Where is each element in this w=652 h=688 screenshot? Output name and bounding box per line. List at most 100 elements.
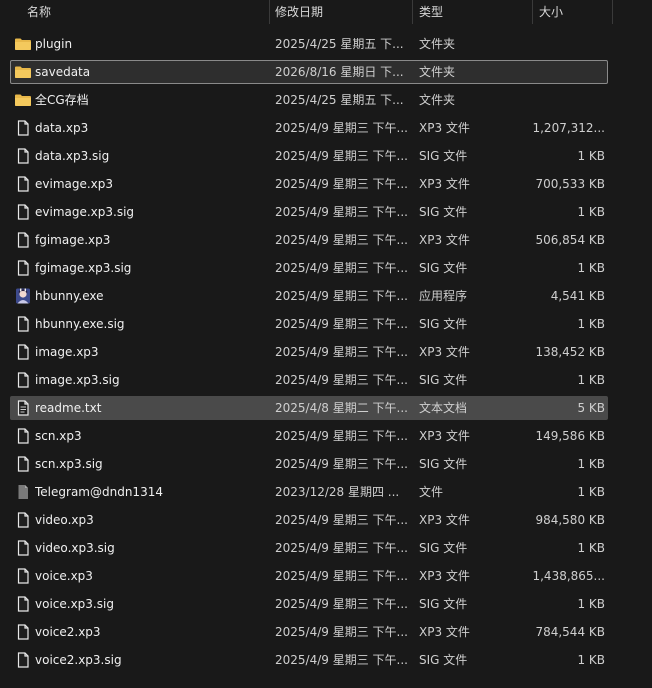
file-row-data-xp3-sig[interactable]: data.xp3.sig 2025/4/9 星期三 下午... SIG 文件 1… [0, 142, 652, 170]
file-row-scn-xp3[interactable]: scn.xp3 2025/4/9 星期三 下午... XP3 文件 149,58… [0, 422, 652, 450]
file-type: SIG 文件 [419, 373, 468, 387]
file-size: 1 KB [577, 149, 605, 163]
column-header-size[interactable]: 大小 [539, 0, 609, 24]
file-date: 2025/4/9 星期三 下午... [275, 289, 407, 303]
column-header-type[interactable]: 类型 [419, 0, 527, 24]
file-size: 1 KB [577, 205, 605, 219]
file-name: hbunny.exe [35, 289, 104, 303]
folder-icon [14, 64, 32, 80]
file-type: XP3 文件 [419, 429, 470, 443]
column-divider[interactable] [269, 0, 270, 24]
file-name: scn.xp3 [35, 429, 82, 443]
file-row-plugin[interactable]: plugin 2025/4/25 星期五 下... 文件夹 [0, 30, 652, 58]
column-divider[interactable] [612, 0, 613, 24]
file-row-voice2-xp3[interactable]: voice2.xp3 2025/4/9 星期三 下午... XP3 文件 784… [0, 618, 652, 646]
file-row-hbunny-exe-sig[interactable]: hbunny.exe.sig 2025/4/9 星期三 下午... SIG 文件… [0, 310, 652, 338]
file-size: 1 KB [577, 373, 605, 387]
file-list: plugin 2025/4/25 星期五 下... 文件夹 savedata 2… [0, 30, 652, 674]
file-name: voice2.xp3.sig [35, 653, 122, 667]
file-size: 1 KB [577, 485, 605, 499]
file-icon [14, 120, 32, 136]
file-type: SIG 文件 [419, 597, 468, 611]
file-row-savedata[interactable]: savedata 2026/8/16 星期日 下... 文件夹 [0, 58, 652, 86]
file-size: 4,541 KB [550, 289, 605, 303]
file-name: fgimage.xp3.sig [35, 261, 132, 275]
file-icon [14, 232, 32, 248]
file-date: 2025/4/9 星期三 下午... [275, 317, 407, 331]
file-icon [14, 652, 32, 668]
file-type: 文件夹 [419, 37, 456, 51]
column-header-bar: ^ 名称 修改日期 类型 大小 [0, 0, 652, 24]
file-row-cg[interactable]: 全CG存档 2025/4/25 星期五 下... 文件夹 [0, 86, 652, 114]
file-name: plugin [35, 37, 73, 51]
file-icon [14, 456, 32, 472]
file-icon [14, 568, 32, 584]
file-date: 2025/4/25 星期五 下... [275, 93, 404, 107]
file-type: 文件 [419, 485, 444, 499]
file-name: video.xp3.sig [35, 541, 115, 555]
file-icon [14, 204, 32, 220]
file-size: 1,438,865... [532, 569, 605, 583]
file-date: 2025/4/9 星期三 下午... [275, 149, 407, 163]
file-size: 1,207,312... [532, 121, 605, 135]
file-row-evimage-xp3-sig[interactable]: evimage.xp3.sig 2025/4/9 星期三 下午... SIG 文… [0, 198, 652, 226]
column-header-name[interactable]: 名称 [27, 0, 267, 24]
file-row-voice-xp3[interactable]: voice.xp3 2025/4/9 星期三 下午... XP3 文件 1,43… [0, 562, 652, 590]
file-name: voice.xp3 [35, 569, 93, 583]
file-icon [14, 512, 32, 528]
file-icon [14, 596, 32, 612]
file-row-fgimage-xp3-sig[interactable]: fgimage.xp3.sig 2025/4/9 星期三 下午... SIG 文… [0, 254, 652, 282]
file-size: 700,533 KB [535, 177, 605, 191]
file-name: Telegram@dndn1314 [35, 485, 163, 499]
file-name: image.xp3 [35, 345, 99, 359]
file-type: 文本文档 [419, 401, 468, 415]
file-size: 149,586 KB [535, 429, 605, 443]
file-row-image-xp3-sig[interactable]: image.xp3.sig 2025/4/9 星期三 下午... SIG 文件 … [0, 366, 652, 394]
file-size: 138,452 KB [535, 345, 605, 359]
file-date: 2025/4/9 星期三 下午... [275, 597, 407, 611]
file-date: 2025/4/9 星期三 下午... [275, 429, 407, 443]
file-type: XP3 文件 [419, 177, 470, 191]
file-date: 2023/12/28 星期四 ... [275, 485, 400, 499]
file-row-evimage-xp3[interactable]: evimage.xp3 2025/4/9 星期三 下午... XP3 文件 70… [0, 170, 652, 198]
file-icon [14, 316, 32, 332]
file-type: XP3 文件 [419, 233, 470, 247]
file-type: SIG 文件 [419, 261, 468, 275]
file-row-video-xp3-sig[interactable]: video.xp3.sig 2025/4/9 星期三 下午... SIG 文件 … [0, 534, 652, 562]
file-row-data-xp3[interactable]: data.xp3 2025/4/9 星期三 下午... XP3 文件 1,207… [0, 114, 652, 142]
file-name: evimage.xp3 [35, 177, 114, 191]
file-icon [14, 624, 32, 640]
file-row-scn-xp3-sig[interactable]: scn.xp3.sig 2025/4/9 星期三 下午... SIG 文件 1 … [0, 450, 652, 478]
file-size: 1 KB [577, 653, 605, 667]
file-date: 2026/8/16 星期日 下... [275, 65, 404, 79]
file-icon [14, 148, 32, 164]
file-date: 2025/4/9 星期三 下午... [275, 373, 407, 387]
file-row-hbunny-exe[interactable]: hbunny.exe 2025/4/9 星期三 下午... 应用程序 4,541… [0, 282, 652, 310]
file-size: 1 KB [577, 597, 605, 611]
column-divider[interactable] [532, 0, 533, 24]
file-date: 2025/4/9 星期三 下午... [275, 513, 407, 527]
file-row-telegram-dndn1314[interactable]: Telegram@dndn1314 2023/12/28 星期四 ... 文件 … [0, 478, 652, 506]
file-row-fgimage-xp3[interactable]: fgimage.xp3 2025/4/9 星期三 下午... XP3 文件 50… [0, 226, 652, 254]
file-icon [14, 260, 32, 276]
folder-icon [14, 92, 32, 108]
file-size: 1 KB [577, 261, 605, 275]
file-icon [14, 176, 32, 192]
file-row-voice-xp3-sig[interactable]: voice.xp3.sig 2025/4/9 星期三 下午... SIG 文件 … [0, 590, 652, 618]
file-name: fgimage.xp3 [35, 233, 111, 247]
file-size: 5 KB [577, 401, 605, 415]
file-row-video-xp3[interactable]: video.xp3 2025/4/9 星期三 下午... XP3 文件 984,… [0, 506, 652, 534]
file-name: scn.xp3.sig [35, 457, 103, 471]
file-name: 全CG存档 [35, 93, 89, 107]
column-header-date[interactable]: 修改日期 [275, 0, 405, 24]
file-row-image-xp3[interactable]: image.xp3 2025/4/9 星期三 下午... XP3 文件 138,… [0, 338, 652, 366]
file-row-voice2-xp3-sig[interactable]: voice2.xp3.sig 2025/4/9 星期三 下午... SIG 文件… [0, 646, 652, 674]
column-divider[interactable] [412, 0, 413, 24]
file-name: voice2.xp3 [35, 625, 101, 639]
file-date: 2025/4/9 星期三 下午... [275, 205, 407, 219]
file-type: SIG 文件 [419, 205, 468, 219]
file-name: voice.xp3.sig [35, 597, 114, 611]
file-type: SIG 文件 [419, 541, 468, 555]
file-row-readme-txt[interactable]: readme.txt 2025/4/8 星期二 下午... 文本文档 5 KB [0, 394, 652, 422]
file-size [528, 30, 605, 58]
